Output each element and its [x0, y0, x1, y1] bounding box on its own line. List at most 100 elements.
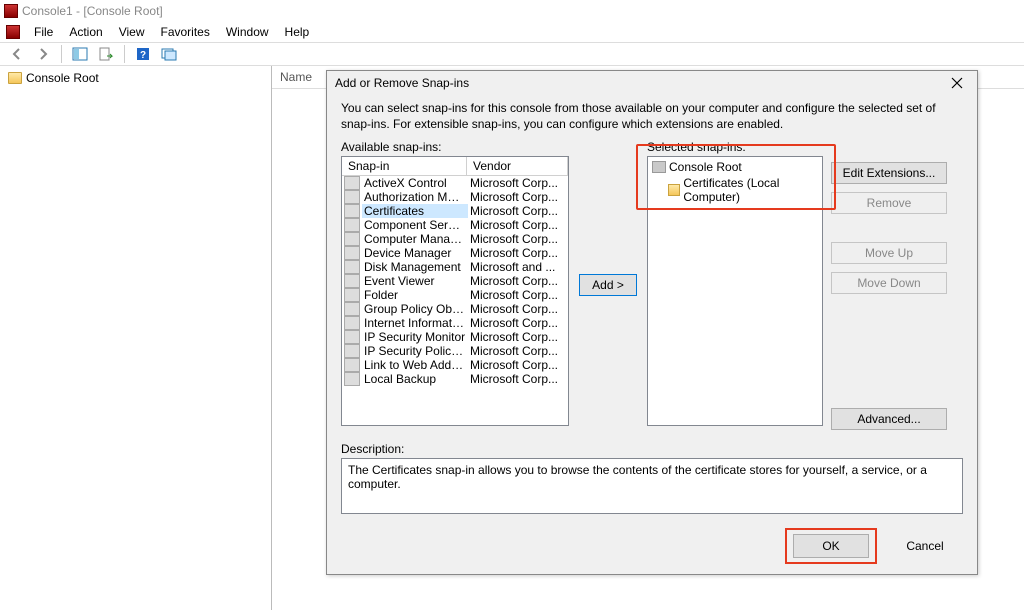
show-hide-tree-button[interactable] [69, 44, 91, 64]
snapin-vendor: Microsoft Corp... [468, 358, 568, 372]
snapin-vendor: Microsoft Corp... [468, 316, 568, 330]
snapin-vendor: Microsoft Corp... [468, 190, 568, 204]
toolbar: ? [0, 42, 1024, 66]
menu-window[interactable]: Window [218, 23, 277, 41]
snapin-row[interactable]: ActiveX ControlMicrosoft Corp... [342, 176, 568, 190]
description-text: The Certificates snap-in allows you to b… [348, 463, 927, 491]
snapin-name: Local Backup [362, 372, 468, 386]
snapin-icon [344, 232, 360, 246]
snapin-row[interactable]: Computer Managem...Microsoft Corp... [342, 232, 568, 246]
forward-button[interactable] [32, 44, 54, 64]
menu-file[interactable]: File [26, 23, 61, 41]
snapin-icon [344, 302, 360, 316]
snapin-icon [344, 274, 360, 288]
menu-help[interactable]: Help [277, 23, 318, 41]
mmc-icon [6, 25, 20, 39]
snapin-row[interactable]: Link to Web AddressMicrosoft Corp... [342, 358, 568, 372]
toolbar-separator [124, 45, 125, 63]
app-titlebar: Console1 - [Console Root] [0, 0, 1024, 22]
snapin-vendor: Microsoft Corp... [468, 344, 568, 358]
selected-snapins-tree[interactable]: Console Root Certificates (Local Compute… [647, 156, 823, 426]
menu-favorites[interactable]: Favorites [153, 23, 218, 41]
snapin-row[interactable]: IP Security MonitorMicrosoft Corp... [342, 330, 568, 344]
selected-child-label: Certificates (Local Computer) [683, 176, 818, 204]
snapin-icon [344, 316, 360, 330]
snapin-name: Group Policy Object ... [362, 302, 468, 316]
snapin-name: Event Viewer [362, 274, 468, 288]
help-button[interactable]: ? [132, 44, 154, 64]
snapin-name: Certificates [362, 204, 468, 218]
snapin-icon [344, 330, 360, 344]
advanced-button[interactable]: Advanced... [831, 408, 947, 430]
cancel-button[interactable]: Cancel [887, 534, 963, 558]
menu-action[interactable]: Action [61, 23, 110, 41]
snapin-row[interactable]: CertificatesMicrosoft Corp... [342, 204, 568, 218]
snapin-row[interactable]: Component ServicesMicrosoft Corp... [342, 218, 568, 232]
snapin-vendor: Microsoft Corp... [468, 288, 568, 302]
close-icon[interactable] [945, 74, 969, 92]
console-tree[interactable]: Console Root [0, 66, 272, 610]
snapin-name: Computer Managem... [362, 232, 468, 246]
snapin-icon [344, 246, 360, 260]
ok-highlight: OK [785, 528, 877, 564]
snapin-vendor: Microsoft Corp... [468, 372, 568, 386]
snapin-vendor: Microsoft Corp... [468, 246, 568, 260]
export-list-button[interactable] [95, 44, 117, 64]
folder-icon [8, 72, 22, 84]
snapin-row[interactable]: Event ViewerMicrosoft Corp... [342, 274, 568, 288]
menu-view[interactable]: View [111, 23, 153, 41]
snapin-row[interactable]: Internet Information ...Microsoft Corp..… [342, 316, 568, 330]
snapin-name: Authorization Manager [362, 190, 468, 204]
snapin-row[interactable]: Disk ManagementMicrosoft and ... [342, 260, 568, 274]
snapin-name: Folder [362, 288, 468, 302]
svg-text:?: ? [140, 50, 146, 61]
dialog-title: Add or Remove Snap-ins [335, 76, 469, 90]
snapin-row[interactable]: Device ManagerMicrosoft Corp... [342, 246, 568, 260]
snapin-name: Link to Web Address [362, 358, 468, 372]
snapin-row[interactable]: FolderMicrosoft Corp... [342, 288, 568, 302]
snapin-vendor: Microsoft Corp... [468, 274, 568, 288]
snapin-icon [344, 204, 360, 218]
snapin-icon [344, 218, 360, 232]
col-snapin[interactable]: Snap-in [342, 157, 467, 176]
add-remove-snapins-dialog: Add or Remove Snap-ins You can select sn… [326, 70, 978, 575]
available-snapins-list[interactable]: Snap-in Vendor ActiveX ControlMicrosoft … [341, 156, 569, 426]
tree-root-node[interactable]: Console Root [6, 70, 265, 86]
move-down-button[interactable]: Move Down [831, 272, 947, 294]
snapin-name: Disk Management [362, 260, 468, 274]
selected-root-node[interactable]: Console Root [650, 159, 820, 175]
snapin-vendor: Microsoft Corp... [468, 218, 568, 232]
snapin-vendor: Microsoft Corp... [468, 330, 568, 344]
menubar: File Action View Favorites Window Help [0, 22, 1024, 42]
add-button[interactable]: Add > [579, 274, 637, 296]
snapin-row[interactable]: Authorization ManagerMicrosoft Corp... [342, 190, 568, 204]
snapin-row[interactable]: Local BackupMicrosoft Corp... [342, 372, 568, 386]
ok-button[interactable]: OK [793, 534, 869, 558]
toolbar-separator [61, 45, 62, 63]
dialog-titlebar: Add or Remove Snap-ins [327, 71, 977, 95]
snapin-icon [344, 372, 360, 386]
selected-label: Selected snap-ins: [647, 140, 823, 154]
selected-child-node[interactable]: Certificates (Local Computer) [650, 175, 820, 205]
snapin-vendor: Microsoft Corp... [468, 302, 568, 316]
snapin-row[interactable]: IP Security Policy Ma...Microsoft Corp..… [342, 344, 568, 358]
remove-button[interactable]: Remove [831, 192, 947, 214]
description-label: Description: [341, 442, 963, 456]
available-label: Available snap-ins: [341, 140, 569, 154]
edit-extensions-button[interactable]: Edit Extensions... [831, 162, 947, 184]
back-button[interactable] [6, 44, 28, 64]
move-up-button[interactable]: Move Up [831, 242, 947, 264]
new-window-button[interactable] [158, 44, 180, 64]
certificate-icon [668, 184, 680, 196]
snapin-icon [344, 288, 360, 302]
snapin-icon [344, 176, 360, 190]
snapin-name: IP Security Monitor [362, 330, 468, 344]
tree-root-label: Console Root [26, 71, 99, 85]
app-icon [4, 4, 18, 18]
snapin-name: IP Security Policy Ma... [362, 344, 468, 358]
snapin-row[interactable]: Group Policy Object ...Microsoft Corp... [342, 302, 568, 316]
snapin-icon [344, 358, 360, 372]
col-vendor[interactable]: Vendor [467, 157, 568, 176]
list-header: Snap-in Vendor [342, 157, 568, 176]
snapin-name: Component Services [362, 218, 468, 232]
